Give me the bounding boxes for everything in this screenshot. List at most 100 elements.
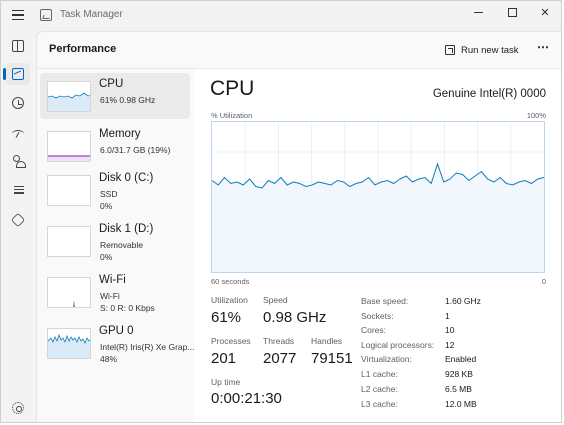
device-detail: Wi-Fi: [100, 291, 120, 301]
cpu-utilization-graph: [211, 121, 545, 273]
users-icon: [12, 155, 26, 168]
hamburger-menu-icon[interactable]: [8, 5, 28, 25]
cpu-thumbnail-graph: [47, 81, 91, 112]
nav-performance[interactable]: [3, 63, 30, 85]
spec-label: L3 cache:: [361, 399, 398, 409]
nav-processes[interactable]: [6, 35, 30, 57]
title-bar: Task Manager ✕: [1, 1, 561, 31]
device-cpu[interactable]: CPU 61% 0.98 GHz: [40, 73, 190, 119]
performance-icon: [12, 68, 24, 80]
minimize-button[interactable]: [461, 1, 495, 23]
performance-pane: Performance Run new task ⋯ CPU 61% 0.98 …: [36, 31, 561, 422]
nav-services[interactable]: [6, 209, 30, 231]
window-title: Task Manager: [60, 9, 123, 20]
spec-label: L1 cache:: [361, 369, 398, 379]
disk0-thumbnail-svg: [48, 176, 91, 206]
device-disk-0[interactable]: Disk 0 (C:) SSD 0%: [40, 167, 190, 213]
spec-value: Enabled: [445, 354, 477, 364]
details-icon: [12, 184, 24, 196]
disk1-thumbnail-graph: [47, 226, 91, 257]
device-name: Disk 1 (D:): [99, 223, 154, 235]
graph-y-max-label: 100%: [526, 111, 546, 120]
threads-value: 2077: [263, 350, 297, 367]
device-detail: Removable: [100, 240, 143, 250]
nav-app-history[interactable]: [6, 92, 30, 114]
device-gpu-0[interactable]: GPU 0 Intel(R) Iris(R) Xe Grap... 48%: [40, 320, 194, 366]
close-icon: ✕: [540, 6, 550, 19]
device-detail: 61% 0.98 GHz: [100, 95, 156, 105]
startup-icon: [12, 129, 24, 138]
nav-users[interactable]: [6, 150, 30, 172]
spec-value: 928 KB: [445, 369, 473, 379]
cpu-thumbnail-svg: [48, 92, 90, 111]
spec-value: 1.60 GHz: [445, 296, 481, 306]
maximize-button[interactable]: [495, 1, 529, 23]
nav-settings[interactable]: [6, 397, 30, 419]
close-button[interactable]: ✕: [528, 1, 561, 23]
spec-value: 1: [445, 311, 450, 321]
cpu-title: CPU: [210, 77, 255, 100]
cpu-model: Genuine Intel(R) 0000: [432, 88, 546, 100]
spec-label: Logical processors:: [361, 340, 435, 350]
processes-label: Processes: [211, 336, 251, 346]
graph-y-label: % Utilization: [211, 111, 253, 120]
processes-value: 201: [211, 350, 237, 367]
device-detail: 6.0/31.7 GB (19%): [100, 145, 171, 155]
utilization-value: 61%: [211, 309, 242, 326]
nav-startup-apps[interactable]: [6, 121, 30, 143]
device-detail: 0%: [100, 252, 113, 262]
threads-label: Threads: [263, 336, 295, 346]
graph-x-right-label: 0: [541, 277, 546, 286]
device-detail: Intel(R) Iris(R) Xe Grap...: [100, 342, 195, 352]
spec-label: Virtualization:: [361, 354, 412, 364]
device-detail: SSD: [100, 189, 118, 199]
spec-value: 10: [445, 325, 455, 335]
handles-value: 79151: [311, 350, 353, 367]
spec-label: Sockets:: [361, 311, 394, 321]
memory-thumbnail-graph: [47, 131, 91, 162]
spec-value: 6.5 MB: [445, 384, 472, 394]
task-manager-window: Task Manager ✕ Performance Run new task …: [0, 0, 562, 423]
maximize-icon: [507, 7, 517, 17]
device-name: Memory: [99, 128, 141, 140]
uptime-label: Up time: [211, 377, 241, 387]
run-new-task-label: Run new task: [461, 44, 519, 56]
speed-value: 0.98 GHz: [263, 309, 327, 326]
handles-label: Handles: [311, 336, 343, 346]
cpu-detail-panel: CPU Genuine Intel(R) 0000 % Utilization …: [194, 69, 561, 422]
device-memory[interactable]: Memory 6.0/31.7 GB (19%): [40, 123, 190, 169]
device-list: CPU 61% 0.98 GHz Memory 6.0/31.7 GB (19%…: [38, 69, 194, 422]
device-name: GPU 0: [99, 325, 134, 337]
wifi-thumbnail-graph: [47, 277, 91, 308]
gpu-thumbnail-svg: [48, 333, 90, 358]
nav-rail: [1, 31, 35, 422]
device-detail: 48%: [100, 354, 118, 364]
disk0-thumbnail-graph: [47, 175, 91, 206]
spec-label: Cores:: [361, 325, 387, 335]
run-new-task-button[interactable]: Run new task: [445, 42, 519, 58]
processes-icon: [12, 40, 24, 52]
history-icon: [12, 97, 24, 109]
cpu-graph-svg: [211, 122, 545, 272]
spec-value: 12: [445, 340, 455, 350]
more-options-button[interactable]: ⋯: [537, 41, 550, 53]
minimize-icon: [473, 11, 483, 13]
speed-label: Speed: [263, 295, 288, 305]
gear-icon: [12, 402, 24, 414]
gpu-thumbnail-graph: [47, 328, 91, 359]
task-manager-app-icon: [40, 9, 52, 21]
device-detail: 0%: [100, 201, 113, 211]
graph-x-left-label: 60 seconds: [211, 277, 250, 286]
uptime-value: 0:00:21:30: [211, 390, 282, 407]
spec-value: 12.0 MB: [445, 399, 477, 409]
spec-label: L2 cache:: [361, 384, 398, 394]
nav-details[interactable]: [6, 179, 30, 201]
device-name: Wi-Fi: [99, 274, 126, 286]
device-name: CPU: [99, 78, 124, 90]
device-disk-1[interactable]: Disk 1 (D:) Removable 0%: [40, 218, 190, 264]
utilization-label: Utilization: [211, 295, 248, 305]
device-detail: S: 0 R: 0 Kbps: [100, 303, 155, 313]
device-wifi[interactable]: Wi-Fi Wi-Fi S: 0 R: 0 Kbps: [40, 269, 190, 315]
wifi-thumbnail-svg: [73, 300, 75, 307]
spec-label: Base speed:: [361, 296, 409, 306]
